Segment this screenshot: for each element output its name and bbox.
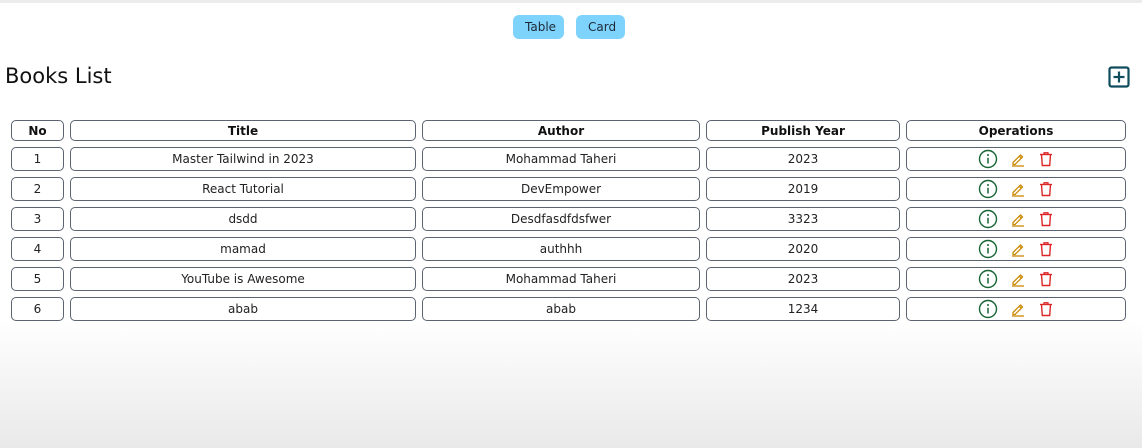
cell-no: 1 <box>11 147 64 171</box>
info-circle-icon[interactable] <box>978 209 998 229</box>
operations-group <box>907 238 1125 260</box>
cell-operations <box>906 147 1126 171</box>
header-title: Title <box>70 120 416 141</box>
view-toggle: Table Card <box>513 15 625 39</box>
cell-no: 2 <box>11 177 64 201</box>
card-view-button[interactable]: Card <box>576 15 625 39</box>
operations-group <box>907 208 1125 230</box>
page-title: Books List <box>5 64 112 88</box>
cell-no: 5 <box>11 267 64 291</box>
cell-operations <box>906 207 1126 231</box>
cell-title: React Tutorial <box>70 177 416 201</box>
cell-author: authhh <box>422 237 700 261</box>
info-circle-icon[interactable] <box>978 149 998 169</box>
pencil-icon[interactable] <box>1010 211 1026 227</box>
info-circle-icon[interactable] <box>978 239 998 259</box>
pencil-icon[interactable] <box>1010 271 1026 287</box>
table-row: 6 abab abab 1234 <box>11 297 1126 321</box>
operations-group <box>907 178 1125 200</box>
info-circle-icon[interactable] <box>978 269 998 289</box>
cell-author: Mohammad Taheri <box>422 267 700 291</box>
info-circle-icon[interactable] <box>978 179 998 199</box>
cell-author: Mohammad Taheri <box>422 147 700 171</box>
cell-title: Master Tailwind in 2023 <box>70 147 416 171</box>
cell-operations <box>906 177 1126 201</box>
pencil-icon[interactable] <box>1010 301 1026 317</box>
cell-publish-year: 2023 <box>706 147 900 171</box>
cell-publish-year: 2020 <box>706 237 900 261</box>
table-row: 3 dsdd Desdfasdfdsfwer 3323 <box>11 207 1126 231</box>
cell-title: abab <box>70 297 416 321</box>
cell-no: 4 <box>11 237 64 261</box>
pencil-icon[interactable] <box>1010 151 1026 167</box>
cell-operations <box>906 297 1126 321</box>
trash-icon[interactable] <box>1038 151 1054 167</box>
pencil-icon[interactable] <box>1010 181 1026 197</box>
cell-title: dsdd <box>70 207 416 231</box>
cell-operations <box>906 237 1126 261</box>
trash-icon[interactable] <box>1038 211 1054 227</box>
books-table: No Title Author Publish Year Operations … <box>5 114 1132 327</box>
operations-group <box>907 148 1125 170</box>
operations-group <box>907 298 1125 320</box>
top-divider <box>0 0 1142 3</box>
cell-title: mamad <box>70 237 416 261</box>
table-row: 2 React Tutorial DevEmpower 2019 <box>11 177 1126 201</box>
cell-author: abab <box>422 297 700 321</box>
trash-icon[interactable] <box>1038 271 1054 287</box>
header-author: Author <box>422 120 700 141</box>
cell-title: YouTube is Awesome <box>70 267 416 291</box>
header-operations: Operations <box>906 120 1126 141</box>
cell-no: 3 <box>11 207 64 231</box>
plus-square-icon <box>1108 66 1130 88</box>
cell-publish-year: 1234 <box>706 297 900 321</box>
header-no: No <box>11 120 64 141</box>
table-view-button[interactable]: Table <box>513 15 564 39</box>
add-book-button[interactable] <box>1108 66 1130 88</box>
cell-publish-year: 2023 <box>706 267 900 291</box>
trash-icon[interactable] <box>1038 241 1054 257</box>
pencil-icon[interactable] <box>1010 241 1026 257</box>
cell-author: DevEmpower <box>422 177 700 201</box>
trash-icon[interactable] <box>1038 301 1054 317</box>
info-circle-icon[interactable] <box>978 299 998 319</box>
table-header-row: No Title Author Publish Year Operations <box>11 120 1126 141</box>
operations-group <box>907 268 1125 290</box>
header-publish-year: Publish Year <box>706 120 900 141</box>
cell-publish-year: 3323 <box>706 207 900 231</box>
trash-icon[interactable] <box>1038 181 1054 197</box>
cell-no: 6 <box>11 297 64 321</box>
table-row: 5 YouTube is Awesome Mohammad Taheri 2023 <box>11 267 1126 291</box>
table-row: 1 Master Tailwind in 2023 Mohammad Taheri 2… <box>11 147 1126 171</box>
table-row: 4 mamad authhh 2020 <box>11 237 1126 261</box>
cell-operations <box>906 267 1126 291</box>
cell-author: Desdfasdfdsfwer <box>422 207 700 231</box>
cell-publish-year: 2019 <box>706 177 900 201</box>
